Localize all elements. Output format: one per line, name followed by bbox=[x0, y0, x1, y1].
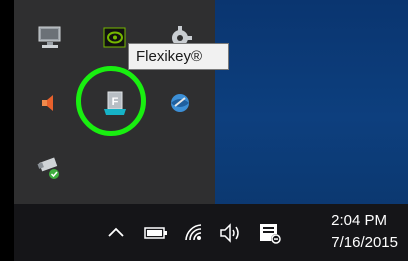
speaker-icon[interactable] bbox=[36, 89, 64, 117]
wifi-icon[interactable] bbox=[183, 222, 205, 244]
clock-date: 7/16/2015 bbox=[331, 234, 398, 251]
network-globe-icon[interactable] bbox=[166, 89, 194, 117]
window-edge bbox=[0, 0, 14, 261]
usb-drive-icon[interactable] bbox=[36, 154, 64, 182]
clock-time: 2:04 PM bbox=[331, 212, 387, 229]
battery-icon[interactable] bbox=[144, 225, 168, 241]
flexikey-tooltip: Flexikey® bbox=[128, 43, 229, 70]
display-icon[interactable] bbox=[36, 24, 64, 52]
taskbar: 2:04 PM 7/16/2015 bbox=[14, 204, 408, 261]
nvidia-icon[interactable] bbox=[101, 24, 129, 52]
highlight-circle bbox=[76, 66, 146, 136]
notification-overflow-flyout: F bbox=[14, 0, 215, 204]
volume-icon[interactable] bbox=[219, 222, 243, 244]
clock[interactable]: 2:04 PM 7/16/2015 bbox=[288, 208, 398, 256]
chevron-up-icon[interactable] bbox=[106, 223, 126, 243]
action-center-icon[interactable] bbox=[258, 221, 282, 245]
